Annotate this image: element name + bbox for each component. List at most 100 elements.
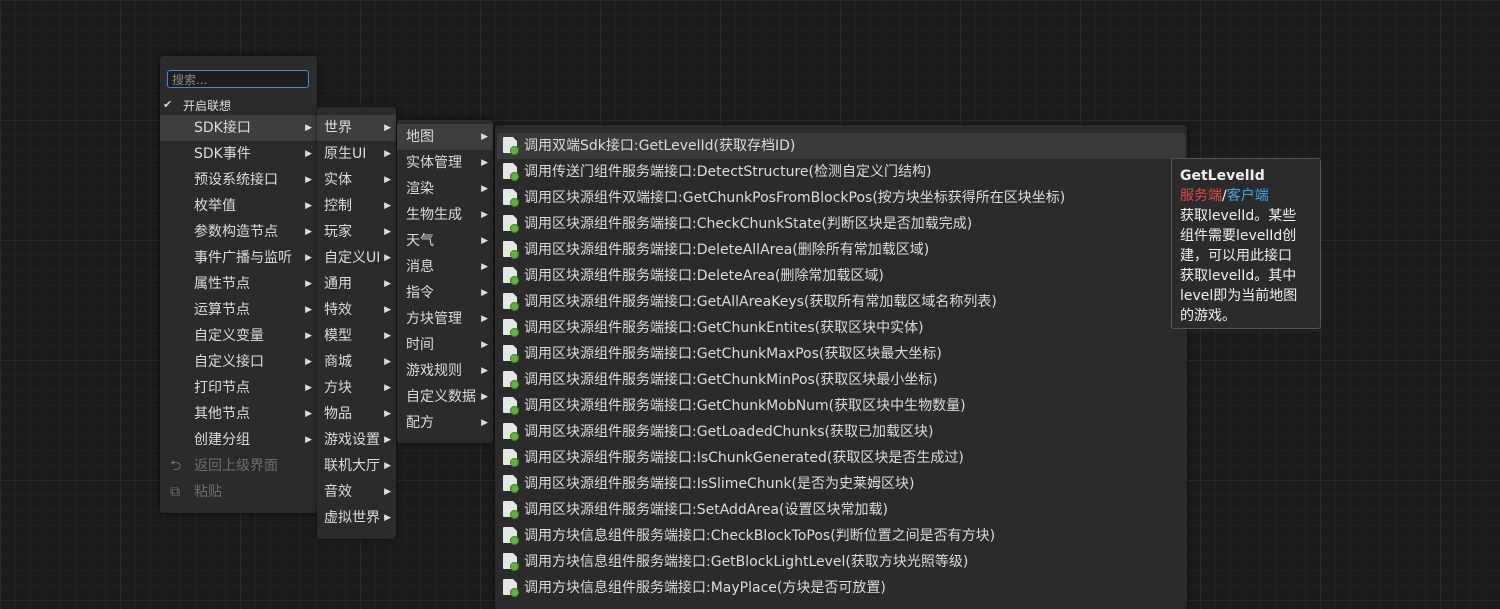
world-menu-item[interactable]: 特效 ▶: [317, 297, 396, 323]
map-menu-item[interactable]: 渲染 ▶: [397, 176, 493, 202]
world-menu-item[interactable]: 实体 ▶: [317, 167, 396, 193]
chevron-right-icon: ▶: [305, 253, 312, 263]
world-menu-item[interactable]: 音效 ▶: [317, 479, 396, 505]
client-tag: 客户端: [1226, 188, 1269, 204]
map-menu-item[interactable]: 天气 ▶: [397, 228, 493, 254]
chevron-right-icon: ▶: [384, 253, 391, 263]
map-menu-item-label: 游戏规则: [406, 363, 462, 379]
root-menu: 搜索... ✔ 开启联想 SDK接口 ▶ SDK事件 ▶ 预设系统接口 ▶ 枚举值 ▶ 参数构造…: [160, 56, 317, 513]
api-item[interactable]: 调用方块信息组件服务端接口:GetBlockLightLevel(获取方块光照等…: [503, 549, 968, 575]
search-input[interactable]: 搜索...: [167, 70, 309, 88]
api-item[interactable]: 调用区块源组件服务端接口:GetAllAreaKeys(获取所有常加载区域名称列…: [503, 289, 997, 315]
root-menu-item-label: SDK事件: [194, 146, 251, 162]
world-menu-item-label: 实体: [324, 172, 352, 188]
map-menu-item-label: 生物生成: [406, 207, 462, 223]
api-item[interactable]: 调用方块信息组件服务端接口:MayPlace(方块是否可放置): [503, 575, 886, 601]
root-menu-item[interactable]: 打印节点 ▶: [160, 375, 317, 401]
world-menu-item[interactable]: 世界 ▶: [317, 115, 396, 141]
api-item[interactable]: 调用双端Sdk接口:GetLevelId(获取存档ID): [497, 133, 1185, 159]
world-menu-item[interactable]: 通用 ▶: [317, 271, 396, 297]
map-menu-item[interactable]: 时间 ▶: [397, 332, 493, 358]
root-menu-item[interactable]: 自定义接口 ▶: [160, 349, 317, 375]
checkmark-icon[interactable]: ✔: [163, 99, 175, 111]
document-add-icon: [503, 293, 519, 311]
map-menu-item[interactable]: 方块管理 ▶: [397, 306, 493, 332]
map-menu-item[interactable]: 指令 ▶: [397, 280, 493, 306]
root-menu-item[interactable]: 预设系统接口 ▶: [160, 167, 317, 193]
chevron-right-icon: ▶: [305, 227, 312, 237]
api-item[interactable]: 调用区块源组件服务端接口:SetAddArea(设置区块常加载): [503, 497, 888, 523]
association-toggle[interactable]: ✔ 开启联想: [163, 96, 231, 114]
root-menu-item[interactable]: 创建分组 ▶: [160, 427, 317, 453]
api-item-label: 调用区块源组件服务端接口:GetChunkMinPos(获取区块最小坐标): [524, 372, 938, 388]
world-menu-item-label: 特效: [324, 302, 352, 318]
api-item[interactable]: 调用区块源组件服务端接口:DeleteArea(删除常加载区域): [503, 263, 884, 289]
world-menu-item[interactable]: 方块 ▶: [317, 375, 396, 401]
map-menu-item[interactable]: 自定义数据 ▶: [397, 384, 493, 410]
chevron-right-icon: ▶: [384, 201, 391, 211]
tooltip-description-line: 的游戏。: [1180, 308, 1236, 324]
world-menu-item[interactable]: 自定义UI ▶: [317, 245, 396, 271]
world-menu-item-label: 物品: [324, 406, 352, 422]
chevron-right-icon: ▶: [481, 340, 488, 350]
api-item[interactable]: 调用区块源组件服务端接口:GetChunkMinPos(获取区块最小坐标): [503, 367, 938, 393]
root-menu-item[interactable]: 自定义变量 ▶: [160, 323, 317, 349]
root-menu-item[interactable]: 运算节点 ▶: [160, 297, 317, 323]
map-menu-item-label: 消息: [406, 259, 434, 275]
map-menu-item[interactable]: 配方 ▶: [397, 410, 493, 436]
world-menu-item-label: 虚拟世界: [324, 510, 380, 526]
api-item[interactable]: 调用区块源组件服务端接口:IsChunkGenerated(获取区块是否生成过): [503, 445, 964, 471]
api-item[interactable]: 调用区块源组件服务端接口:IsSlimeChunk(是否为史莱姆区块): [503, 471, 914, 497]
world-menu-item[interactable]: 虚拟世界 ▶: [317, 505, 396, 531]
chevron-right-icon: ▶: [384, 149, 391, 159]
world-menu-item-label: 通用: [324, 276, 352, 292]
api-item[interactable]: 调用区块源组件服务端接口:DeleteAllArea(删除所有常加载区域): [503, 237, 929, 263]
api-item[interactable]: 调用区块源组件服务端接口:GetChunkMaxPos(获取区块最大坐标): [503, 341, 942, 367]
root-menu-item[interactable]: SDK接口 ▶: [160, 115, 317, 141]
world-menu-item[interactable]: 联机大厅 ▶: [317, 453, 396, 479]
world-menu-item-label: 方块: [324, 380, 352, 396]
api-item[interactable]: 调用方块信息组件服务端接口:CheckBlockToPos(判断位置之间是否有方…: [503, 523, 995, 549]
document-add-icon: [503, 345, 519, 363]
api-item[interactable]: 调用区块源组件服务端接口:GetChunkMobNum(获取区块中生物数量): [503, 393, 966, 419]
map-menu-item[interactable]: 生物生成 ▶: [397, 202, 493, 228]
map-menu-item[interactable]: 消息 ▶: [397, 254, 493, 280]
world-menu-item[interactable]: 物品 ▶: [317, 401, 396, 427]
api-item[interactable]: 调用区块源组件服务端接口:GetLoadedChunks(获取已加载区块): [503, 419, 933, 445]
map-menu-item-label: 配方: [406, 415, 434, 431]
api-item[interactable]: 调用区块源组件服务端接口:GetChunkEntites(获取区块中实体): [503, 315, 924, 341]
world-menu-item[interactable]: 原生UI ▶: [317, 141, 396, 167]
api-item[interactable]: 调用区块源组件双端接口:GetChunkPosFromBlockPos(按方块坐…: [503, 185, 1065, 211]
world-menu-item[interactable]: 模型 ▶: [317, 323, 396, 349]
document-add-icon: [503, 527, 519, 545]
paste-button[interactable]: ⧉ 粘贴: [160, 479, 317, 505]
api-item[interactable]: 调用传送门组件服务端接口:DetectStructure(检测自定义门结构): [503, 159, 931, 185]
root-menu-item[interactable]: 参数构造节点 ▶: [160, 219, 317, 245]
root-menu-item[interactable]: 事件广播与监听 ▶: [160, 245, 317, 271]
world-menu-item[interactable]: 商城 ▶: [317, 349, 396, 375]
root-menu-item[interactable]: 属性节点 ▶: [160, 271, 317, 297]
api-item[interactable]: 调用区块源组件服务端接口:CheckChunkState(判断区块是否加载完成): [503, 211, 972, 237]
world-menu-item-label: 联机大厅: [324, 458, 380, 474]
chevron-right-icon: ▶: [305, 383, 312, 393]
api-list: 调用双端Sdk接口:GetLevelId(获取存档ID) 调用传送门组件服务端接口…: [495, 125, 1187, 609]
back-button[interactable]: ⮌ 返回上级界面: [160, 453, 317, 479]
world-menu-item[interactable]: 控制 ▶: [317, 193, 396, 219]
world-menu-item[interactable]: 玩家 ▶: [317, 219, 396, 245]
api-item-label: 调用区块源组件双端接口:GetChunkPosFromBlockPos(按方块坐…: [524, 190, 1066, 206]
chevron-right-icon: ▶: [481, 184, 488, 194]
map-menu-item[interactable]: 游戏规则 ▶: [397, 358, 493, 384]
map-menu-item[interactable]: 地图 ▶: [397, 124, 493, 150]
root-menu-item[interactable]: SDK事件 ▶: [160, 141, 317, 167]
api-item-label: 调用区块源组件服务端接口:SetAddArea(设置区块常加载): [524, 502, 888, 518]
api-item-label: 调用区块源组件服务端接口:GetChunkEntites(获取区块中实体): [524, 320, 924, 336]
root-menu-item-label: SDK接口: [194, 120, 251, 136]
map-menu-item[interactable]: 实体管理 ▶: [397, 150, 493, 176]
world-menu-item[interactable]: 游戏设置 ▶: [317, 427, 396, 453]
document-add-icon: [503, 189, 519, 207]
world-menu-item-label: 控制: [324, 198, 352, 214]
root-menu-item-label: 属性节点: [194, 276, 250, 292]
root-menu-item[interactable]: 枚举值 ▶: [160, 193, 317, 219]
document-add-icon: [503, 501, 519, 519]
root-menu-item[interactable]: 其他节点 ▶: [160, 401, 317, 427]
